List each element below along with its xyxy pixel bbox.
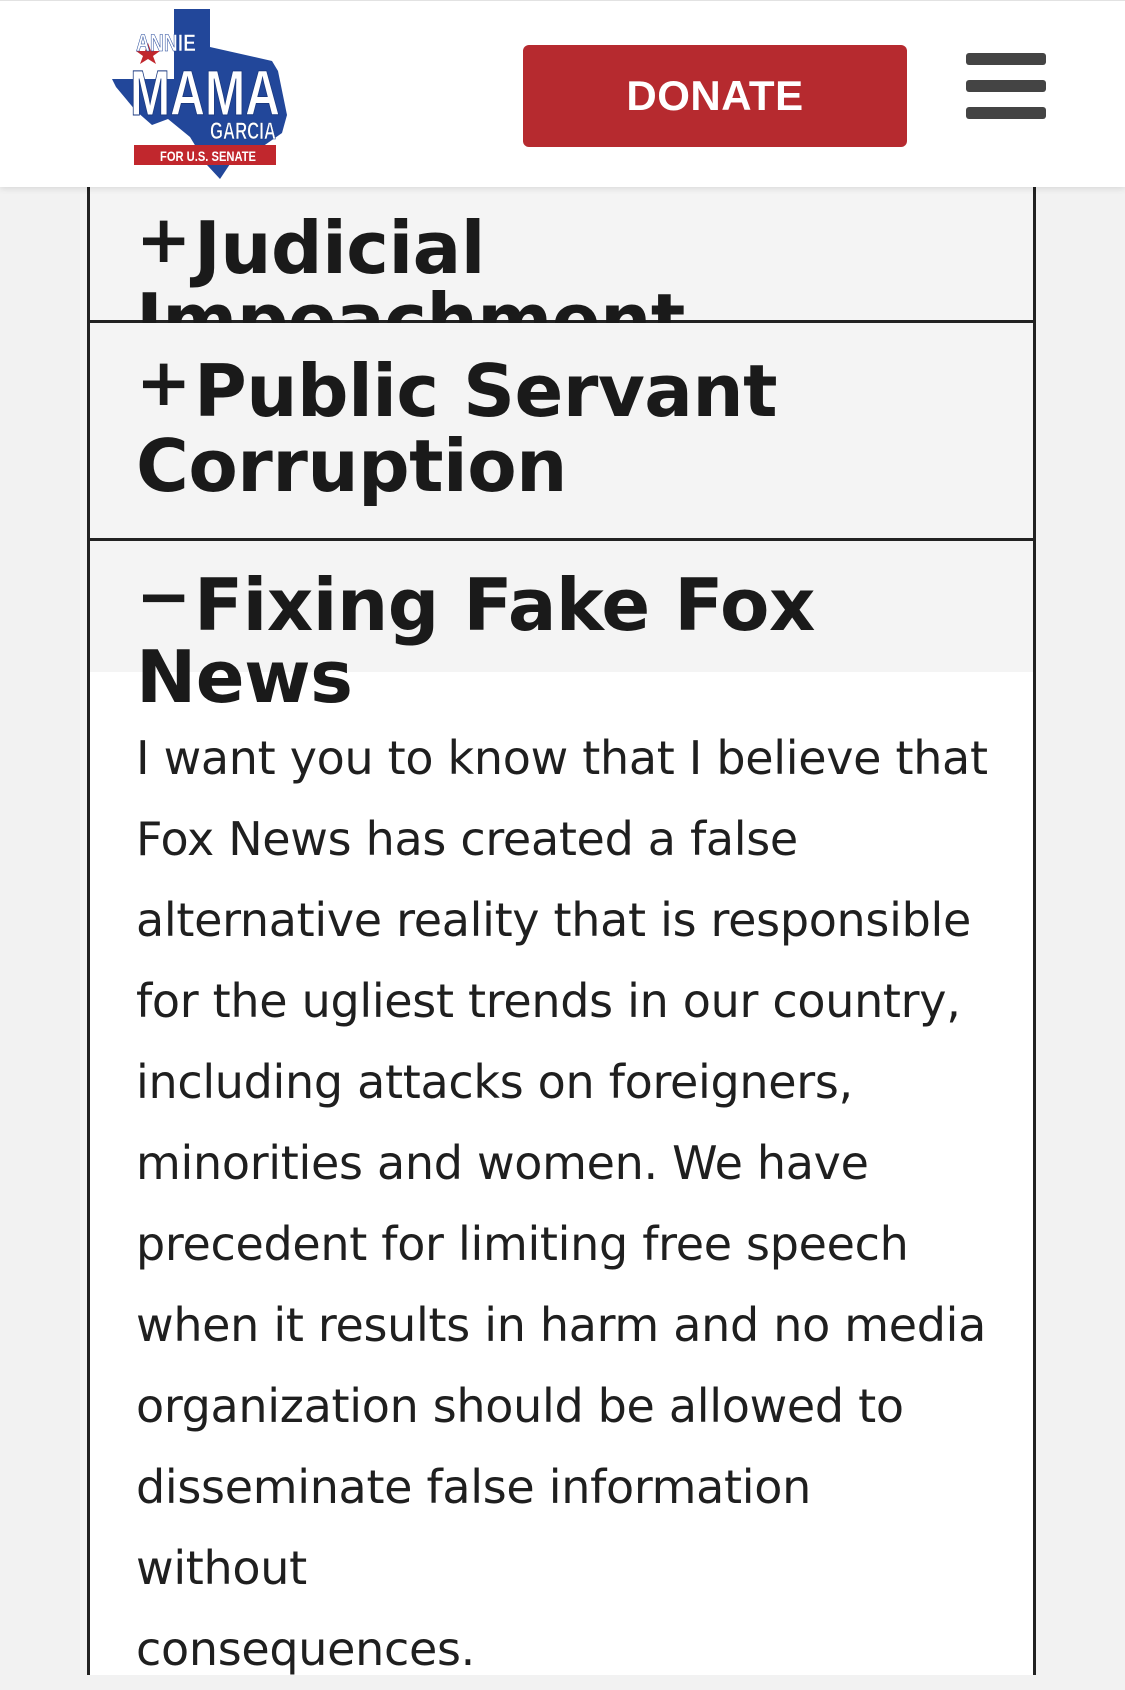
body-line: alternative reality that is responsible <box>136 893 971 947</box>
logo-senate-text: FOR U.S. SENATE <box>160 148 256 164</box>
campaign-logo[interactable]: ANNIE MAMA GARCIA FOR U.S. SENATE <box>112 7 302 179</box>
body-line: Fox News has created a false <box>136 812 798 866</box>
body-line: organization should be allowed to <box>136 1379 904 1433</box>
accordion-panel-container: +Judicial Impeachment +Public Servant Co… <box>87 186 1036 1676</box>
accordion-title: −Fixing Fake Fox News <box>136 561 1033 714</box>
accordion-title-continued: Corruption <box>136 430 567 502</box>
body-line: including attacks on foreigners, <box>136 1055 853 1109</box>
accordion-body-text: I want you to know that I believe that F… <box>136 718 996 1690</box>
accordion-item-fixing-fake-fox-news[interactable]: −Fixing Fake Fox News <box>90 541 1033 713</box>
accordion-item-judicial-impeachment[interactable]: +Judicial Impeachment <box>90 186 1033 356</box>
menu-bar <box>966 80 1046 92</box>
accordion-title-text: Fixing Fake Fox News <box>136 563 815 719</box>
body-line: I want you to know that I believe that <box>136 731 988 785</box>
hamburger-menu-icon[interactable] <box>966 53 1046 123</box>
body-line: for the ugliest trends in our country, <box>136 974 961 1028</box>
expand-plus-icon: + <box>136 201 191 278</box>
menu-bar <box>966 53 1046 65</box>
collapse-minus-icon: − <box>136 558 191 635</box>
body-line: minorities and women. We have <box>136 1136 869 1190</box>
expand-plus-icon: + <box>136 344 191 421</box>
accordion-title: +Public Servant <box>136 347 778 428</box>
logo-garcia-text: GARCIA <box>210 118 276 145</box>
body-line: disseminate false information without <box>136 1460 811 1595</box>
body-line: consequences. <box>136 1622 475 1676</box>
site-header: ANNIE MAMA GARCIA FOR U.S. SENATE DONATE <box>0 0 1125 187</box>
donate-button[interactable]: DONATE <box>523 45 907 147</box>
body-line: when it results in harm and no media <box>136 1298 987 1352</box>
accordion-title-text: Public Servant <box>194 349 778 433</box>
menu-bar <box>966 107 1046 119</box>
accordion-title-text: Corruption <box>136 424 567 508</box>
accordion-item-public-servant-corruption[interactable]: +Public Servant Corruption <box>90 323 1033 541</box>
body-line: precedent for limiting free speech <box>136 1217 909 1271</box>
logo-annie-text: ANNIE <box>136 30 196 57</box>
